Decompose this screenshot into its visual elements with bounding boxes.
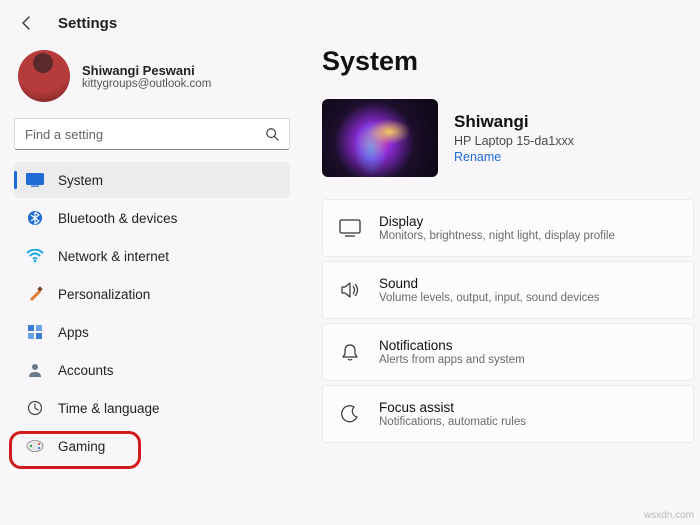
card-title: Display: [379, 214, 615, 229]
brush-icon: [26, 285, 44, 303]
main-panel: System Shiwangi HP Laptop 15-da1xxx Rena…: [300, 36, 700, 523]
sidebar-item-time-language[interactable]: Time & language: [14, 390, 290, 426]
watermark: wsxdn.com: [644, 510, 694, 521]
card-subtitle: Monitors, brightness, night light, displ…: [379, 230, 615, 242]
bell-icon: [339, 341, 361, 363]
sidebar-item-system[interactable]: System: [14, 162, 290, 198]
device-name: Shiwangi: [454, 112, 574, 132]
card-title: Sound: [379, 276, 600, 291]
sidebar-item-label: Network & internet: [58, 249, 169, 264]
sidebar-item-apps[interactable]: Apps: [14, 314, 290, 350]
sidebar-item-label: Accounts: [58, 363, 114, 378]
search-input[interactable]: [25, 127, 265, 142]
bluetooth-icon: [26, 209, 44, 227]
sidebar-item-label: Bluetooth & devices: [58, 211, 177, 226]
device-model: HP Laptop 15-da1xxx: [454, 134, 574, 148]
display-icon: [339, 217, 361, 239]
search-icon[interactable]: [265, 127, 279, 141]
page-title: Settings: [58, 15, 117, 32]
sidebar-item-label: Time & language: [58, 401, 160, 416]
nav: System Bluetooth & devices Network & int…: [14, 162, 290, 464]
avatar: [18, 50, 70, 102]
card-notifications[interactable]: Notifications Alerts from apps and syste…: [322, 323, 694, 381]
profile-name: Shiwangi Peswani: [82, 63, 211, 78]
card-subtitle: Notifications, automatic rules: [379, 416, 526, 428]
search-box[interactable]: [14, 118, 290, 150]
clock-globe-icon: [26, 399, 44, 417]
system-icon: [26, 171, 44, 189]
back-icon[interactable]: [18, 14, 36, 32]
sidebar-item-label: Gaming: [58, 439, 105, 454]
device-block: Shiwangi HP Laptop 15-da1xxx Rename: [322, 99, 694, 177]
sound-icon: [339, 279, 361, 301]
gaming-icon: [26, 437, 44, 455]
sidebar-item-bluetooth[interactable]: Bluetooth & devices: [14, 200, 290, 236]
moon-icon: [339, 403, 361, 425]
accounts-icon: [26, 361, 44, 379]
card-subtitle: Alerts from apps and system: [379, 354, 525, 366]
card-sound[interactable]: Sound Volume levels, output, input, soun…: [322, 261, 694, 319]
header: Settings: [0, 0, 700, 36]
card-display[interactable]: Display Monitors, brightness, night ligh…: [322, 199, 694, 257]
sidebar-item-network[interactable]: Network & internet: [14, 238, 290, 274]
profile-block[interactable]: Shiwangi Peswani kittygroups@outlook.com: [14, 42, 290, 118]
apps-icon: [26, 323, 44, 341]
device-thumbnail: [322, 99, 438, 177]
sidebar-item-label: Personalization: [58, 287, 150, 302]
sidebar-item-accounts[interactable]: Accounts: [14, 352, 290, 388]
settings-cards: Display Monitors, brightness, night ligh…: [322, 199, 694, 443]
card-title: Notifications: [379, 338, 525, 353]
rename-link[interactable]: Rename: [454, 150, 574, 164]
profile-email: kittygroups@outlook.com: [82, 78, 211, 90]
card-title: Focus assist: [379, 400, 526, 415]
sidebar-item-personalization[interactable]: Personalization: [14, 276, 290, 312]
main-title: System: [322, 46, 694, 77]
card-subtitle: Volume levels, output, input, sound devi…: [379, 292, 600, 304]
sidebar-item-label: Apps: [58, 325, 89, 340]
card-focus-assist[interactable]: Focus assist Notifications, automatic ru…: [322, 385, 694, 443]
sidebar-item-label: System: [58, 173, 103, 188]
sidebar-item-gaming[interactable]: Gaming: [14, 428, 290, 464]
wifi-icon: [26, 247, 44, 265]
sidebar: Shiwangi Peswani kittygroups@outlook.com…: [0, 36, 300, 523]
